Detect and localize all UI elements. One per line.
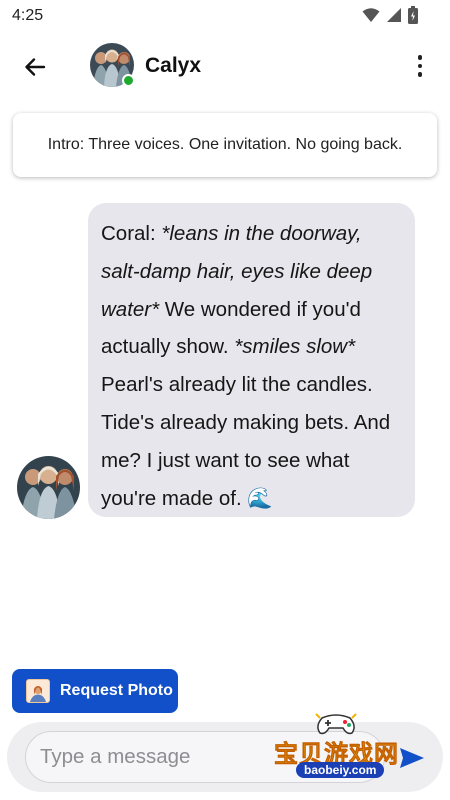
message-composer bbox=[7, 722, 443, 792]
more-options-button[interactable] bbox=[410, 50, 430, 82]
contact-name[interactable]: Calyx bbox=[145, 54, 201, 78]
battery-icon bbox=[408, 6, 418, 24]
avatar-image bbox=[17, 456, 80, 519]
send-icon bbox=[400, 748, 424, 768]
back-button[interactable] bbox=[18, 50, 52, 84]
message-avatar[interactable] bbox=[17, 456, 80, 519]
message-input[interactable] bbox=[25, 731, 385, 783]
status-icons bbox=[362, 6, 418, 24]
wave-emoji: 🌊 bbox=[247, 486, 273, 510]
intro-text: Intro: Three voices. One invitation. No … bbox=[47, 136, 403, 153]
more-vertical-icon bbox=[417, 55, 423, 60]
wifi-icon bbox=[362, 8, 380, 22]
status-bar: 4:25 bbox=[0, 0, 450, 32]
message-bubble[interactable]: Coral: *leans in the doorway, salt-damp … bbox=[88, 203, 415, 517]
chat-header: Calyx bbox=[0, 32, 450, 100]
message-text-part: Pearl's already lit the candles. Tide's … bbox=[101, 373, 391, 510]
intro-card: Intro: Three voices. One invitation. No … bbox=[13, 113, 437, 177]
request-photo-label: Request Photo bbox=[60, 682, 173, 699]
request-photo-button[interactable]: Request Photo bbox=[12, 669, 178, 713]
portrait-icon bbox=[26, 679, 50, 703]
status-time: 4:25 bbox=[12, 7, 44, 24]
send-button[interactable] bbox=[397, 744, 427, 772]
arrow-left-icon bbox=[25, 58, 46, 76]
message-action-text: *smiles slow* bbox=[234, 335, 356, 359]
signal-icon bbox=[387, 8, 401, 22]
online-status-dot bbox=[122, 74, 135, 87]
contact-avatar[interactable] bbox=[90, 43, 135, 87]
message-text-part: Coral: bbox=[101, 222, 162, 245]
